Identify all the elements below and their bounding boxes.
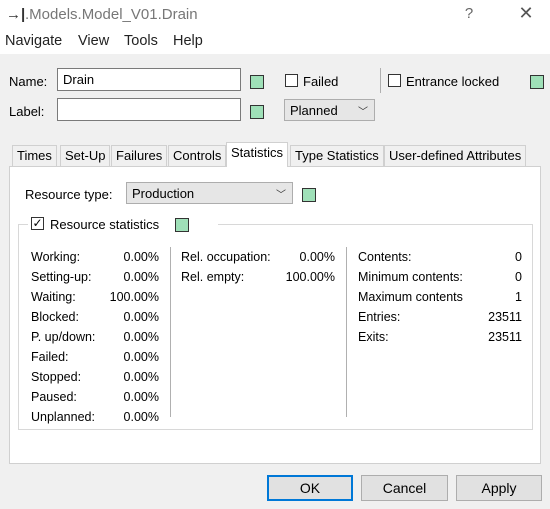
stat-label: Stopped: — [31, 370, 82, 384]
stats-column-contents: Contents: Minimum contents: Maximum cont… — [358, 247, 463, 347]
help-button[interactable]: ? — [456, 5, 482, 22]
stat-label: Rel. empty: — [181, 270, 245, 284]
stats-column-states: Working: Setting-up: Waiting: Blocked: P… — [31, 247, 95, 427]
stat-value: 0.00% — [123, 270, 159, 284]
menu-bar: Navigate View Tools Help — [0, 30, 550, 54]
name-field[interactable]: Drain — [57, 68, 241, 91]
resource-type-value: Production — [132, 186, 195, 201]
stats-column-occupation-values: 0.00% 100.00% — [270, 247, 335, 287]
stat-label: Blocked: — [31, 310, 79, 324]
entrance-locked-inherit-toggle[interactable] — [530, 75, 544, 89]
label-inherit-toggle[interactable] — [250, 105, 264, 119]
apply-button[interactable]: Apply — [456, 475, 542, 501]
stat-value: 100.00% — [285, 270, 335, 284]
stat-value: 0.00% — [299, 250, 335, 264]
tab-controls[interactable]: Controls — [168, 145, 227, 166]
chevron-down-icon: ﹀ — [276, 190, 286, 201]
stat-label: Exits: — [358, 330, 389, 344]
label-label: Label: — [9, 104, 45, 119]
stat-label: Maximum contents — [358, 290, 463, 304]
pin-icon: →| — [6, 6, 26, 23]
resource-statistics-checkbox[interactable]: ✓ — [31, 217, 44, 230]
stat-value: 0.00% — [123, 390, 159, 404]
tab-statistics[interactable]: Statistics — [226, 142, 289, 167]
tab-setup[interactable]: Set-Up — [60, 145, 111, 166]
close-icon[interactable]: ✕ — [512, 3, 540, 24]
stat-label: Unplanned: — [31, 410, 95, 424]
resource-type-label: Resource type: — [25, 187, 113, 202]
stat-label: Rel. occupation: — [181, 250, 271, 264]
entrance-locked-checkbox[interactable] — [388, 74, 401, 87]
stat-label: Waiting: — [31, 290, 76, 304]
title-bar: →| .Models.Model_V01.Drain ? ✕ — [0, 0, 550, 30]
tab-failures[interactable]: Failures — [111, 145, 168, 166]
failed-label: Failed — [303, 74, 339, 89]
label-field[interactable] — [57, 98, 241, 121]
stats-column-occupation: Rel. occupation: Rel. empty: — [181, 247, 271, 287]
stat-label: Contents: — [358, 250, 412, 264]
resource-type-inherit-toggle[interactable] — [302, 188, 316, 202]
name-inherit-toggle[interactable] — [250, 75, 264, 89]
stat-value: 23511 — [488, 330, 522, 344]
stat-label: Failed: — [31, 350, 69, 364]
planned-select-value: Planned — [290, 103, 338, 118]
tab-times[interactable]: Times — [12, 145, 57, 166]
stat-label: Setting-up: — [31, 270, 92, 284]
stats-column-contents-values: 0 0 1 23511 23511 — [470, 247, 522, 347]
failed-checkbox[interactable] — [285, 74, 298, 87]
planned-select[interactable]: Planned ﹀ — [284, 99, 375, 121]
menu-tools[interactable]: Tools — [124, 33, 158, 49]
stat-label: Minimum contents: — [358, 270, 463, 284]
stats-column-states-values: 0.00% 0.00% 100.00% 0.00% 0.00% 0.00% 0.… — [100, 247, 159, 427]
stat-label: Entries: — [358, 310, 401, 324]
tab-type-statistics[interactable]: Type Statistics — [290, 145, 384, 166]
menu-view[interactable]: View — [78, 33, 109, 49]
stat-value: 100.00% — [109, 290, 159, 304]
name-label: Name: — [9, 74, 48, 89]
menu-navigate[interactable]: Navigate — [5, 33, 62, 49]
resource-type-select[interactable]: Production ﹀ — [126, 182, 293, 204]
stat-value: 0 — [515, 270, 522, 284]
resource-statistics-inherit-toggle[interactable] — [175, 218, 189, 232]
stat-value: 1 — [515, 290, 522, 304]
window-title: .Models.Model_V01.Drain — [25, 6, 198, 23]
stat-value: 0.00% — [123, 350, 159, 364]
tab-user-defined-attributes[interactable]: User-defined Attributes — [384, 145, 527, 166]
stat-value: 0.00% — [123, 370, 159, 384]
column-divider — [346, 247, 347, 417]
stat-value: 0.00% — [123, 330, 159, 344]
resource-statistics-label: Resource statistics — [50, 217, 160, 232]
stat-value: 0.00% — [123, 250, 159, 264]
stat-label: Paused: — [31, 390, 77, 404]
header-divider — [380, 68, 381, 93]
column-divider — [170, 247, 171, 417]
stat-value: 0 — [515, 250, 522, 264]
stat-label: Working: — [31, 250, 81, 264]
cancel-button[interactable]: Cancel — [361, 475, 448, 501]
stat-value: 0.00% — [123, 310, 159, 324]
menu-help[interactable]: Help — [173, 33, 203, 49]
chevron-down-icon: ﹀ — [358, 107, 368, 118]
stat-label: P. up/down: — [31, 330, 96, 344]
stat-value: 0.00% — [123, 410, 159, 424]
entrance-locked-label: Entrance locked — [406, 74, 500, 89]
ok-button[interactable]: OK — [267, 475, 353, 501]
stat-value: 23511 — [488, 310, 522, 324]
